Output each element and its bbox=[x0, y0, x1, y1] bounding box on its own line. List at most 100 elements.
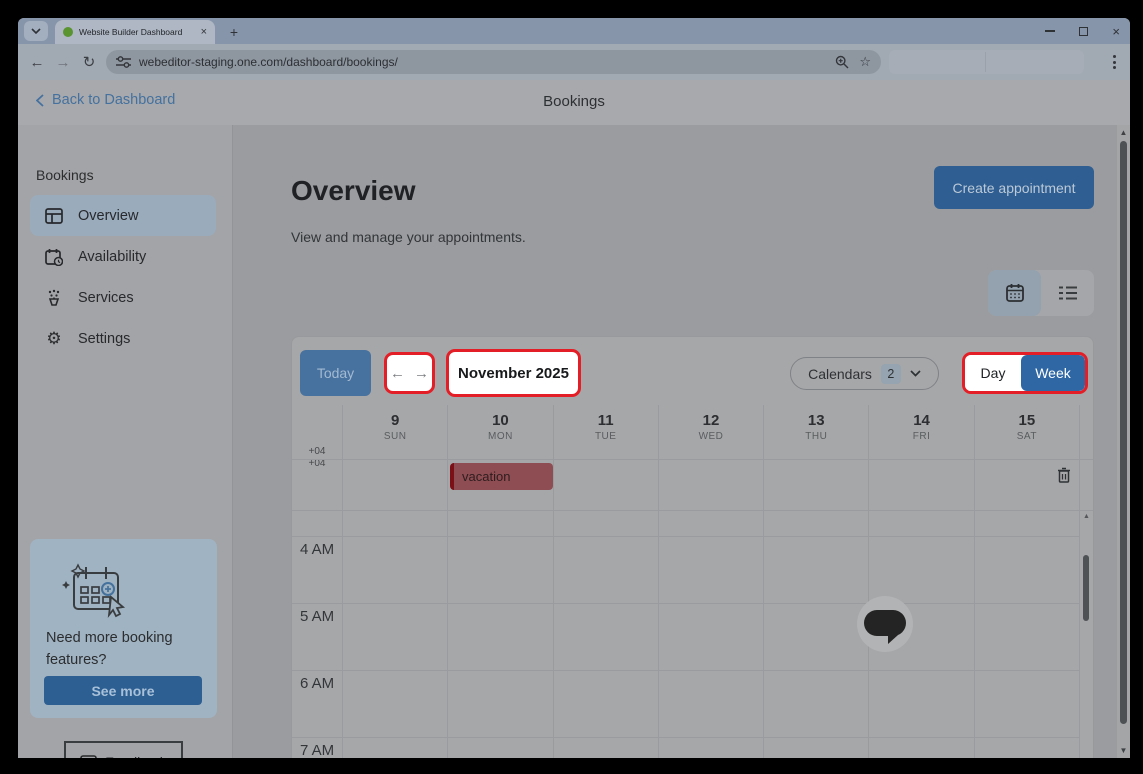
browser-tab[interactable]: Website Builder Dashboard × bbox=[55, 20, 215, 44]
today-button[interactable]: Today bbox=[300, 350, 371, 396]
hour-label: 4 AM bbox=[300, 541, 334, 558]
all-day-event[interactable]: vacation bbox=[450, 463, 553, 490]
day-column[interactable]: 15SAT bbox=[974, 405, 1080, 758]
day-header: 9SUN bbox=[343, 405, 447, 442]
chat-bubble-icon bbox=[864, 610, 906, 636]
sidebar-item-label: Overview bbox=[78, 208, 138, 224]
calendar-scrollbar[interactable]: ▲ bbox=[1082, 513, 1091, 758]
scroll-down-icon[interactable]: ▼ bbox=[1117, 746, 1130, 755]
page-header: Back to Dashboard Bookings bbox=[18, 80, 1130, 125]
hour-line bbox=[292, 603, 1080, 604]
sidebar-item-services[interactable]: Services bbox=[30, 277, 216, 318]
sidebar-item-label: Services bbox=[78, 290, 134, 306]
week-nav-highlight: ← → bbox=[384, 352, 435, 394]
day-column[interactable]: 13THU bbox=[763, 405, 868, 758]
scrollbar-thumb[interactable] bbox=[1083, 555, 1089, 621]
day-column[interactable]: 11TUE bbox=[553, 405, 658, 758]
day-column[interactable]: 12WED bbox=[658, 405, 763, 758]
month-label: November 2025 bbox=[458, 365, 569, 382]
window-controls: × bbox=[1045, 18, 1120, 44]
scrollbar-thumb[interactable] bbox=[1120, 141, 1127, 724]
see-more-button[interactable]: See more bbox=[44, 676, 202, 705]
chevron-down-icon bbox=[31, 28, 41, 34]
list-view-button[interactable] bbox=[1041, 270, 1094, 316]
day-column[interactable]: 14FRI bbox=[868, 405, 973, 758]
day-view-button[interactable]: Day bbox=[965, 355, 1021, 391]
hour-line bbox=[292, 737, 1080, 738]
page-title: Bookings bbox=[18, 93, 1130, 110]
bookmark-star-icon[interactable]: ☆ bbox=[859, 54, 871, 70]
sidebar-item-overview[interactable]: Overview bbox=[30, 195, 216, 236]
day-header: 13THU bbox=[764, 405, 868, 442]
calendars-dropdown[interactable]: Calendars 2 bbox=[790, 357, 939, 390]
sidebar-items: Overview Availability Services ⚙ Set bbox=[30, 195, 216, 359]
sidebar-section-title: Bookings bbox=[36, 167, 94, 183]
main-subtitle: View and manage your appointments. bbox=[291, 229, 526, 245]
sidebar-item-label: Settings bbox=[78, 331, 130, 347]
availability-calendar-icon bbox=[44, 247, 64, 267]
chat-widget-button[interactable] bbox=[857, 596, 913, 652]
window-close-icon[interactable]: × bbox=[1112, 25, 1120, 38]
hour-line bbox=[292, 536, 1080, 537]
main-content: Overview View and manage your appointmen… bbox=[234, 125, 1130, 758]
site-settings-icon bbox=[116, 56, 131, 68]
prev-week-icon[interactable]: ← bbox=[390, 365, 405, 382]
header-divider bbox=[292, 459, 1093, 460]
feedback-button[interactable]: Feedback bbox=[64, 741, 183, 758]
calendar-toolbar: Today ← → November 2025 Calendars 2 Da bbox=[292, 337, 1093, 405]
forward-icon[interactable]: → bbox=[50, 54, 76, 71]
screenshot-root: Website Builder Dashboard × + × ← → ↻ bbox=[0, 0, 1143, 774]
day-header: 11TUE bbox=[554, 405, 658, 442]
view-toggle bbox=[988, 270, 1094, 316]
hour-label: 5 AM bbox=[300, 608, 334, 625]
tab-title: Website Builder Dashboard bbox=[79, 27, 195, 37]
create-appointment-button[interactable]: Create appointment bbox=[934, 166, 1094, 209]
feedback-label: Feedback bbox=[105, 754, 166, 758]
main-title: Overview bbox=[291, 175, 416, 207]
sidebar-item-label: Availability bbox=[78, 249, 146, 265]
browser-window: Website Builder Dashboard × + × ← → ↻ bbox=[18, 18, 1130, 758]
day-column[interactable]: 9SUN bbox=[342, 405, 447, 758]
calendar-view-icon bbox=[1004, 282, 1026, 304]
scroll-up-icon[interactable]: ▲ bbox=[1082, 513, 1091, 520]
day-header: 10MON bbox=[448, 405, 552, 442]
reload-icon[interactable]: ↻ bbox=[76, 53, 102, 71]
new-tab-button[interactable]: + bbox=[224, 22, 244, 42]
sidebar-item-settings[interactable]: ⚙ Settings bbox=[30, 318, 216, 359]
back-icon[interactable]: ← bbox=[24, 54, 50, 71]
day-column[interactable]: 10MON bbox=[447, 405, 552, 758]
calendars-count-badge: 2 bbox=[881, 364, 901, 384]
month-label-highlight[interactable]: November 2025 bbox=[446, 349, 581, 397]
trash-icon[interactable] bbox=[1057, 467, 1071, 483]
time-gutter: +04 +04 4 AM 5 AM 6 AM 7 AM bbox=[292, 405, 342, 758]
day-header: 15SAT bbox=[975, 405, 1079, 442]
timezone-label: +04 bbox=[292, 446, 342, 457]
sidebar: Bookings Overview Availability bbox=[18, 125, 233, 758]
tab-search-button[interactable] bbox=[24, 21, 48, 41]
tab-close-icon[interactable]: × bbox=[201, 26, 207, 38]
feedback-bubble-icon bbox=[80, 755, 97, 759]
tab-strip: Website Builder Dashboard × + × bbox=[18, 18, 1130, 44]
browser-menu-icon[interactable] bbox=[1112, 50, 1116, 74]
favicon-icon bbox=[63, 27, 73, 37]
day-header: 14FRI bbox=[869, 405, 973, 442]
calendar-illustration-icon bbox=[56, 559, 134, 621]
calendar-grid: +04 +04 4 AM 5 AM 6 AM 7 AM 9SUN bbox=[292, 405, 1093, 758]
sidebar-item-availability[interactable]: Availability bbox=[30, 236, 216, 277]
next-week-icon[interactable]: → bbox=[414, 365, 429, 382]
calendar-card: Today ← → November 2025 Calendars 2 Da bbox=[291, 336, 1094, 758]
zoom-icon[interactable] bbox=[835, 55, 849, 69]
list-view-icon bbox=[1058, 285, 1078, 301]
calendar-view-button[interactable] bbox=[988, 270, 1041, 316]
hour-label: 6 AM bbox=[300, 675, 334, 692]
day-week-toggle: Day Week bbox=[962, 352, 1088, 394]
minimize-icon[interactable] bbox=[1045, 30, 1055, 32]
gear-icon: ⚙ bbox=[44, 329, 64, 349]
hour-line bbox=[292, 670, 1080, 671]
page-scrollbar[interactable]: ▲ ▼ bbox=[1117, 125, 1130, 758]
week-view-button[interactable]: Week bbox=[1021, 355, 1085, 391]
overview-icon bbox=[44, 206, 64, 226]
maximize-icon[interactable] bbox=[1079, 27, 1088, 36]
scroll-up-icon[interactable]: ▲ bbox=[1117, 128, 1130, 137]
url-bar[interactable]: webeditor-staging.one.com/dashboard/book… bbox=[106, 50, 881, 74]
